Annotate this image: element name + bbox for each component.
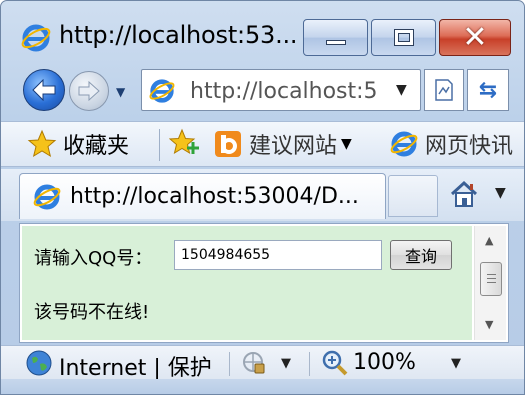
bing-icon [215,131,241,157]
favorites-bar: 收藏夹 建议网站 ▼ 网页快讯 [1,121,524,167]
ie-slice-icon [390,131,418,157]
add-to-favorites-button[interactable] [169,128,201,158]
scroll-thumb[interactable] [480,262,502,296]
status-result-text: 该号码不在线! [34,302,150,323]
web-slices-label: 网页快讯 [425,134,514,159]
qq-number-input[interactable] [174,240,382,270]
maximize-icon [393,29,414,46]
favorites-button[interactable]: 收藏夹 [27,128,129,160]
content-area: 请输入QQ号： 查询 该号码不在线! ▲ ▼ [19,223,509,343]
favorites-label: 收藏夹 [63,134,130,159]
tab-row: http://localhost:53004/D... ▼ [1,169,524,221]
compatibility-view-button[interactable] [424,69,464,111]
close-icon: ✕ [462,19,488,55]
protected-mode-icon[interactable] [241,350,267,376]
status-bar: Internet | 保护 ▼ 100% ▼ [1,345,524,382]
minimize-button[interactable] [303,19,368,56]
tab-active[interactable]: http://localhost:53004/D... [19,173,386,219]
vertical-scrollbar[interactable]: ▲ ▼ [474,226,506,340]
close-button[interactable]: ✕ [439,19,511,56]
maximize-button[interactable] [371,19,436,56]
globe-icon [26,350,52,376]
back-arrow-icon [32,79,56,101]
address-bar[interactable]: http://localhost:5 ▼ [141,69,421,111]
home-icon[interactable] [449,179,479,209]
suggested-sites-dropdown-icon[interactable]: ▼ [341,136,352,152]
new-tab-button[interactable] [388,175,438,217]
refresh-icon: ⇆ [478,77,498,103]
refresh-button[interactable]: ⇆ [467,69,509,111]
minimize-icon [325,40,346,45]
tab-label: http://localhost:53004/D... [70,184,359,209]
ie-page-icon [149,79,175,103]
scroll-up-icon[interactable]: ▲ [485,234,493,247]
title-bar: http://localhost:53... ✕ [1,1,524,59]
forward-button[interactable] [69,71,109,111]
tab-ie-icon [33,184,61,209]
suggested-sites-button[interactable]: 建议网站 ▼ [213,128,352,160]
status-separator [309,352,310,376]
security-zone-text[interactable]: Internet | 保护 [59,350,212,382]
address-text[interactable]: http://localhost:5 [190,79,392,104]
favorites-separator [159,129,160,161]
back-button[interactable] [23,69,65,111]
add-favorite-icon [169,128,199,155]
window-bottom-frame [1,379,524,394]
protected-mode-dropdown-icon[interactable]: ▼ [281,356,291,371]
web-page: 请输入QQ号： 查询 该号码不在线! [22,226,472,340]
web-slices-button[interactable]: 网页快讯 [389,128,513,160]
recent-pages-dropdown-icon[interactable]: ▼ [116,85,125,99]
browser-window: http://localhost:53... ✕ ▼ http://localh… [0,0,525,395]
suggested-sites-label: 建议网站 [249,134,338,159]
ie-icon [21,24,51,52]
forward-arrow-icon [78,81,100,101]
zoom-dropdown-icon[interactable]: ▼ [451,356,461,371]
star-icon [27,129,57,158]
query-button[interactable]: 查询 [390,240,452,270]
home-dropdown-icon[interactable]: ▼ [495,185,506,201]
navigation-bar: ▼ http://localhost:5 ▼ ⇆ [1,61,524,119]
address-dropdown-icon[interactable]: ▼ [396,82,407,98]
status-separator [229,352,230,376]
window-title: http://localhost:53... [59,21,298,49]
qq-number-label: 请输入QQ号： [34,248,153,269]
zoom-icon[interactable] [321,349,349,377]
scroll-down-icon[interactable]: ▼ [485,318,493,331]
compatibility-icon [435,79,453,101]
zoom-level[interactable]: 100% [353,350,416,375]
